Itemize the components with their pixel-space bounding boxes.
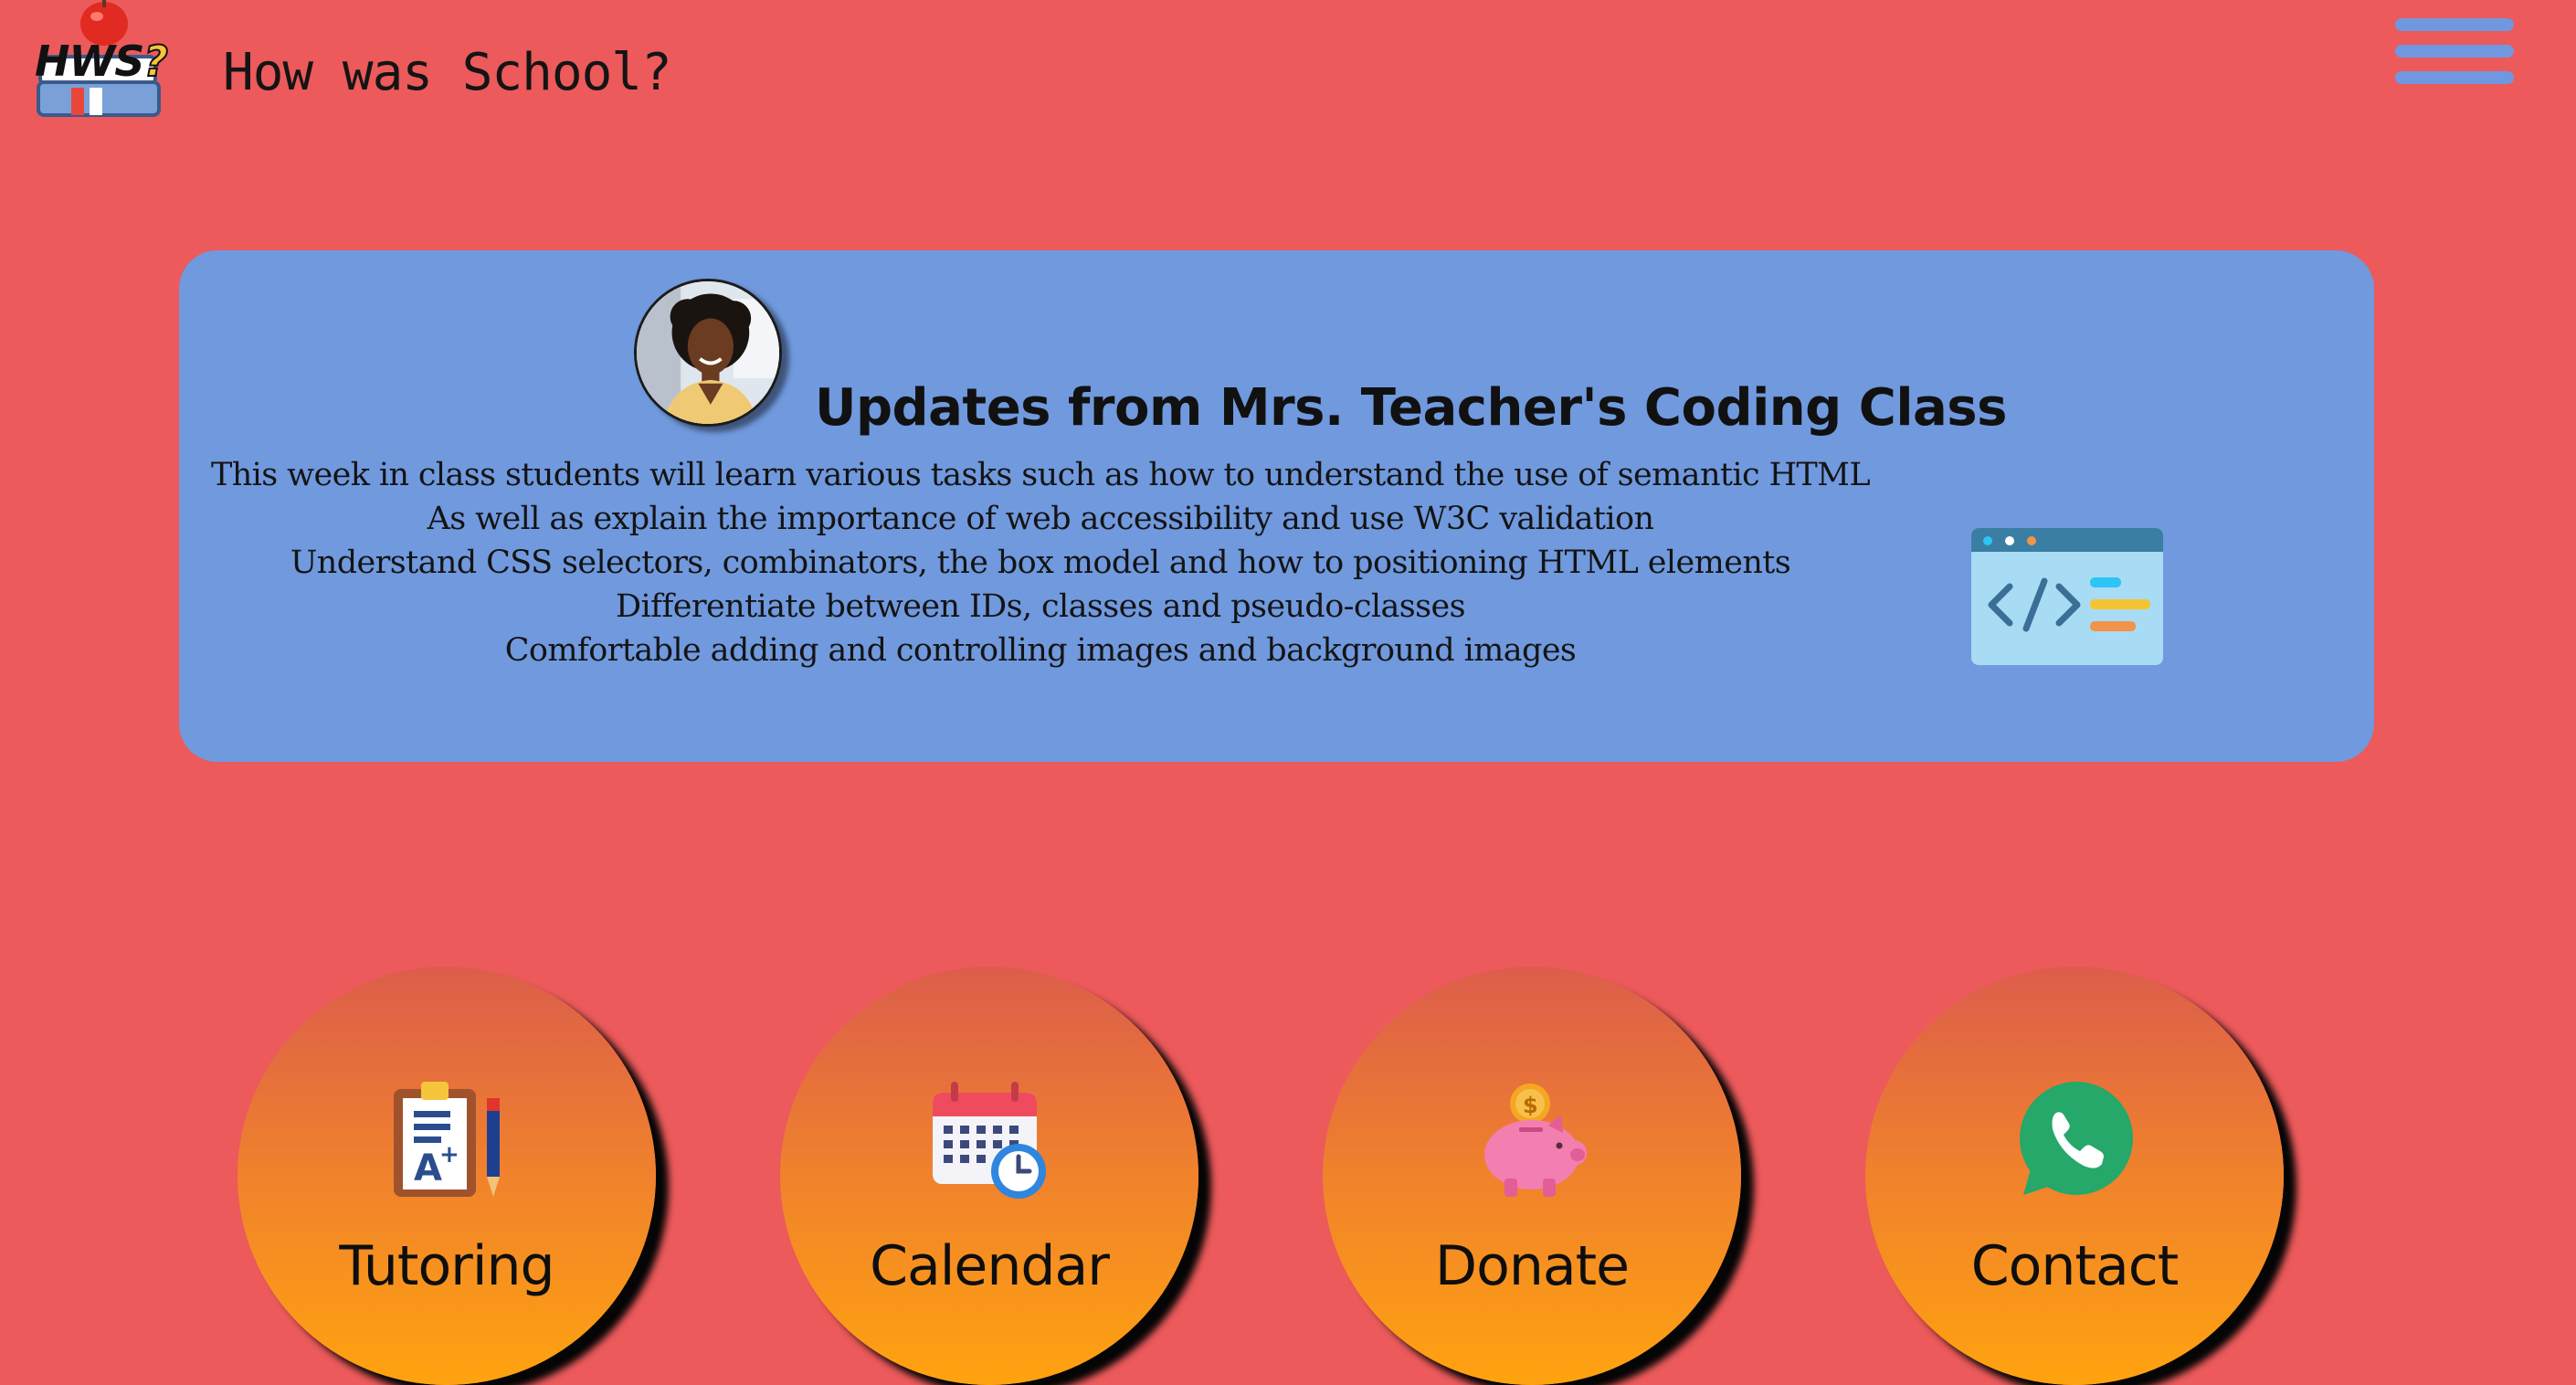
- nav-contact-button[interactable]: Contact: [1865, 967, 2284, 1385]
- menu-bar: [2395, 45, 2514, 58]
- hamburger-menu-icon[interactable]: [2395, 18, 2514, 84]
- code-window-icon: [1971, 528, 2163, 665]
- logo-text: HWS?: [35, 37, 169, 86]
- nav-label: Tutoring: [339, 1234, 554, 1298]
- nav-tutoring-button[interactable]: A + Tutoring: [238, 967, 656, 1385]
- svg-text:A: A: [414, 1147, 442, 1189]
- menu-bar: [2395, 18, 2514, 31]
- nav-donate-button[interactable]: $ Donate: [1323, 967, 1741, 1385]
- piggy-bank-icon: $: [1472, 1080, 1592, 1200]
- teacher-avatar: [634, 279, 782, 427]
- update-line: Comfortable adding and controlling image…: [504, 632, 1577, 669]
- update-line: Differentiate between IDs, classes and p…: [616, 588, 1466, 625]
- updates-card: Updates from Mrs. Teacher's Coding Class…: [179, 250, 2374, 762]
- whatsapp-phone-icon: [2014, 1080, 2135, 1200]
- teacher-portrait-icon: [637, 281, 779, 424]
- site-title: How was School?: [223, 43, 672, 102]
- svg-text:+: +: [439, 1141, 459, 1168]
- svg-text:$: $: [1523, 1093, 1538, 1118]
- calendar-clock-icon: [929, 1080, 1050, 1200]
- update-line: This week in class students will learn v…: [210, 457, 1871, 493]
- nav-calendar-button[interactable]: Calendar: [780, 967, 1198, 1385]
- menu-bar: [2395, 71, 2514, 84]
- nav-label: Donate: [1434, 1234, 1630, 1298]
- site-logo[interactable]: HWS?: [31, 0, 186, 124]
- clipboard-grade-icon: A +: [386, 1080, 507, 1200]
- update-line: As well as explain the importance of web…: [427, 501, 1654, 537]
- nav-label: Calendar: [870, 1234, 1110, 1298]
- updates-body: This week in class students will learn v…: [179, 453, 1902, 672]
- update-line: Understand CSS selectors, combinators, t…: [290, 544, 1791, 581]
- updates-title: Updates from Mrs. Teacher's Coding Class: [815, 377, 2007, 438]
- nav-label: Contact: [1970, 1234, 2179, 1298]
